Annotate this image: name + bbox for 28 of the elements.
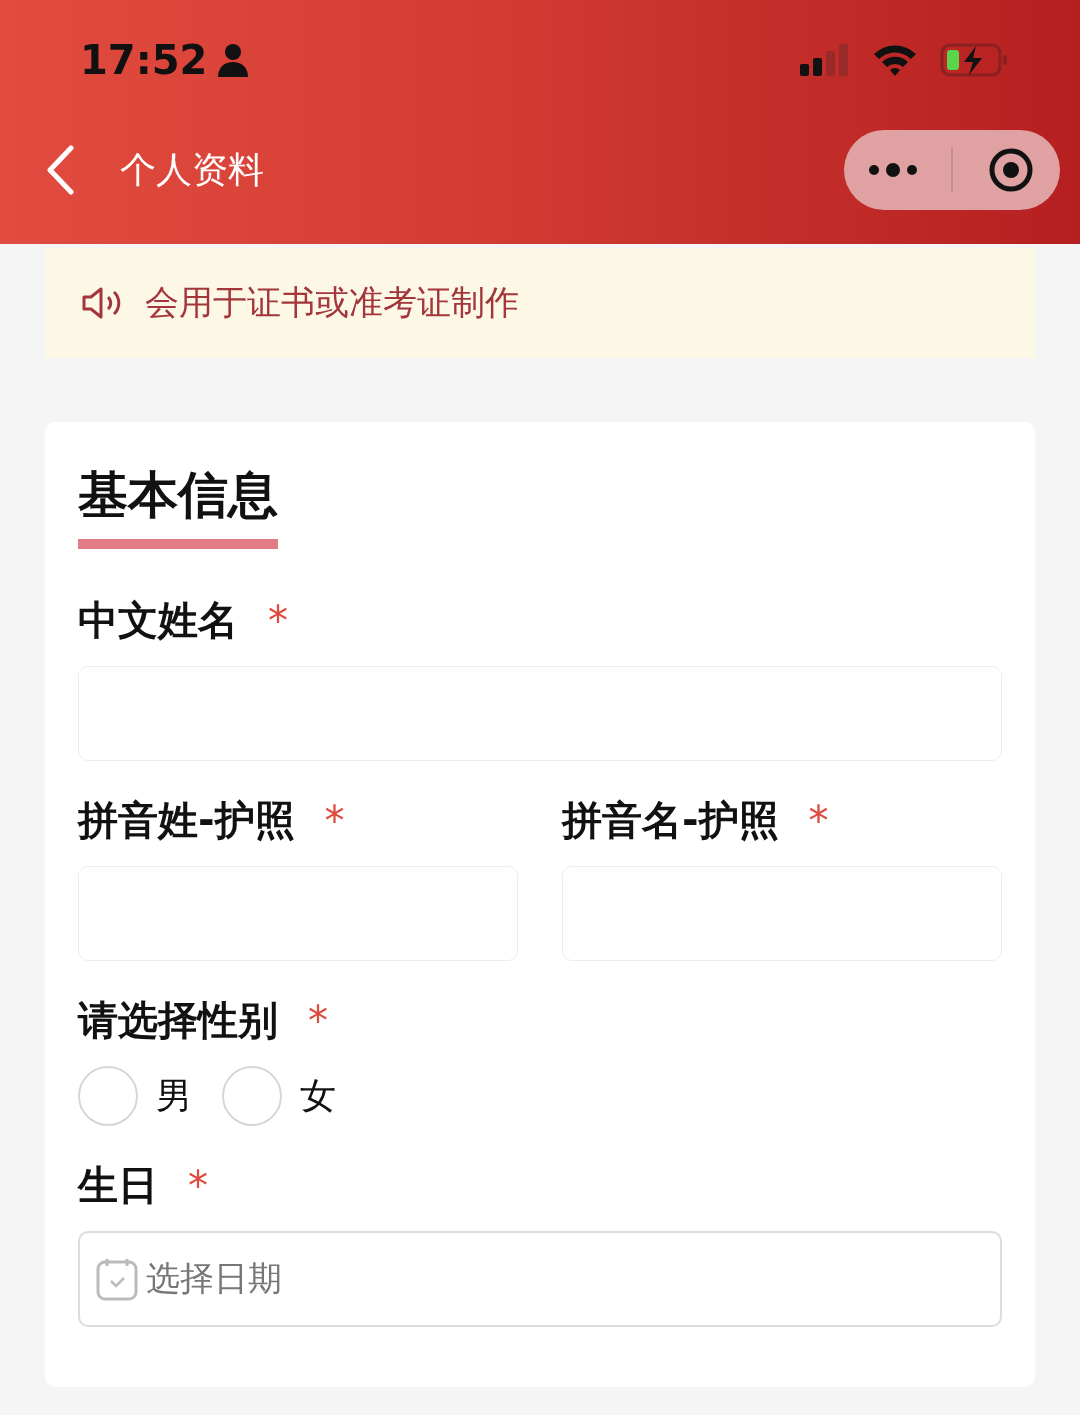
signal-icon <box>800 42 850 78</box>
speaker-icon <box>81 286 123 320</box>
person-icon <box>217 43 250 77</box>
status-time: 17:52 <box>80 37 208 83</box>
wifi-icon <box>872 43 918 77</box>
radio-label: 女 <box>300 1073 336 1118</box>
field-label: 拼音名-护照 <box>562 796 779 845</box>
required-mark: * <box>808 797 829 844</box>
field-label: 生日 <box>78 1161 158 1210</box>
field-label: 拼音姓-护照 <box>78 796 295 845</box>
required-mark: * <box>188 1162 208 1209</box>
field-label: 中文姓名 <box>78 596 238 645</box>
chevron-left-icon <box>45 145 75 195</box>
required-mark: * <box>324 797 345 844</box>
date-field[interactable]: 选择日期 <box>78 1231 1002 1327</box>
required-mark: * <box>308 997 328 1044</box>
section-title: 基本信息 <box>78 462 278 549</box>
calendar-icon <box>96 1257 138 1301</box>
battery-icon <box>940 43 1010 77</box>
target-icon <box>988 147 1034 193</box>
field-label: 请选择性别 <box>78 996 278 1045</box>
radio-button[interactable] <box>78 1066 138 1126</box>
more-icon <box>868 162 918 178</box>
page-title: 个人资料 <box>120 147 264 192</box>
required-mark: * <box>268 597 288 644</box>
notice-text: 会用于证书或准考证制作 <box>145 281 519 324</box>
radio-button[interactable] <box>222 1066 282 1126</box>
radio-label: 男 <box>156 1073 192 1118</box>
